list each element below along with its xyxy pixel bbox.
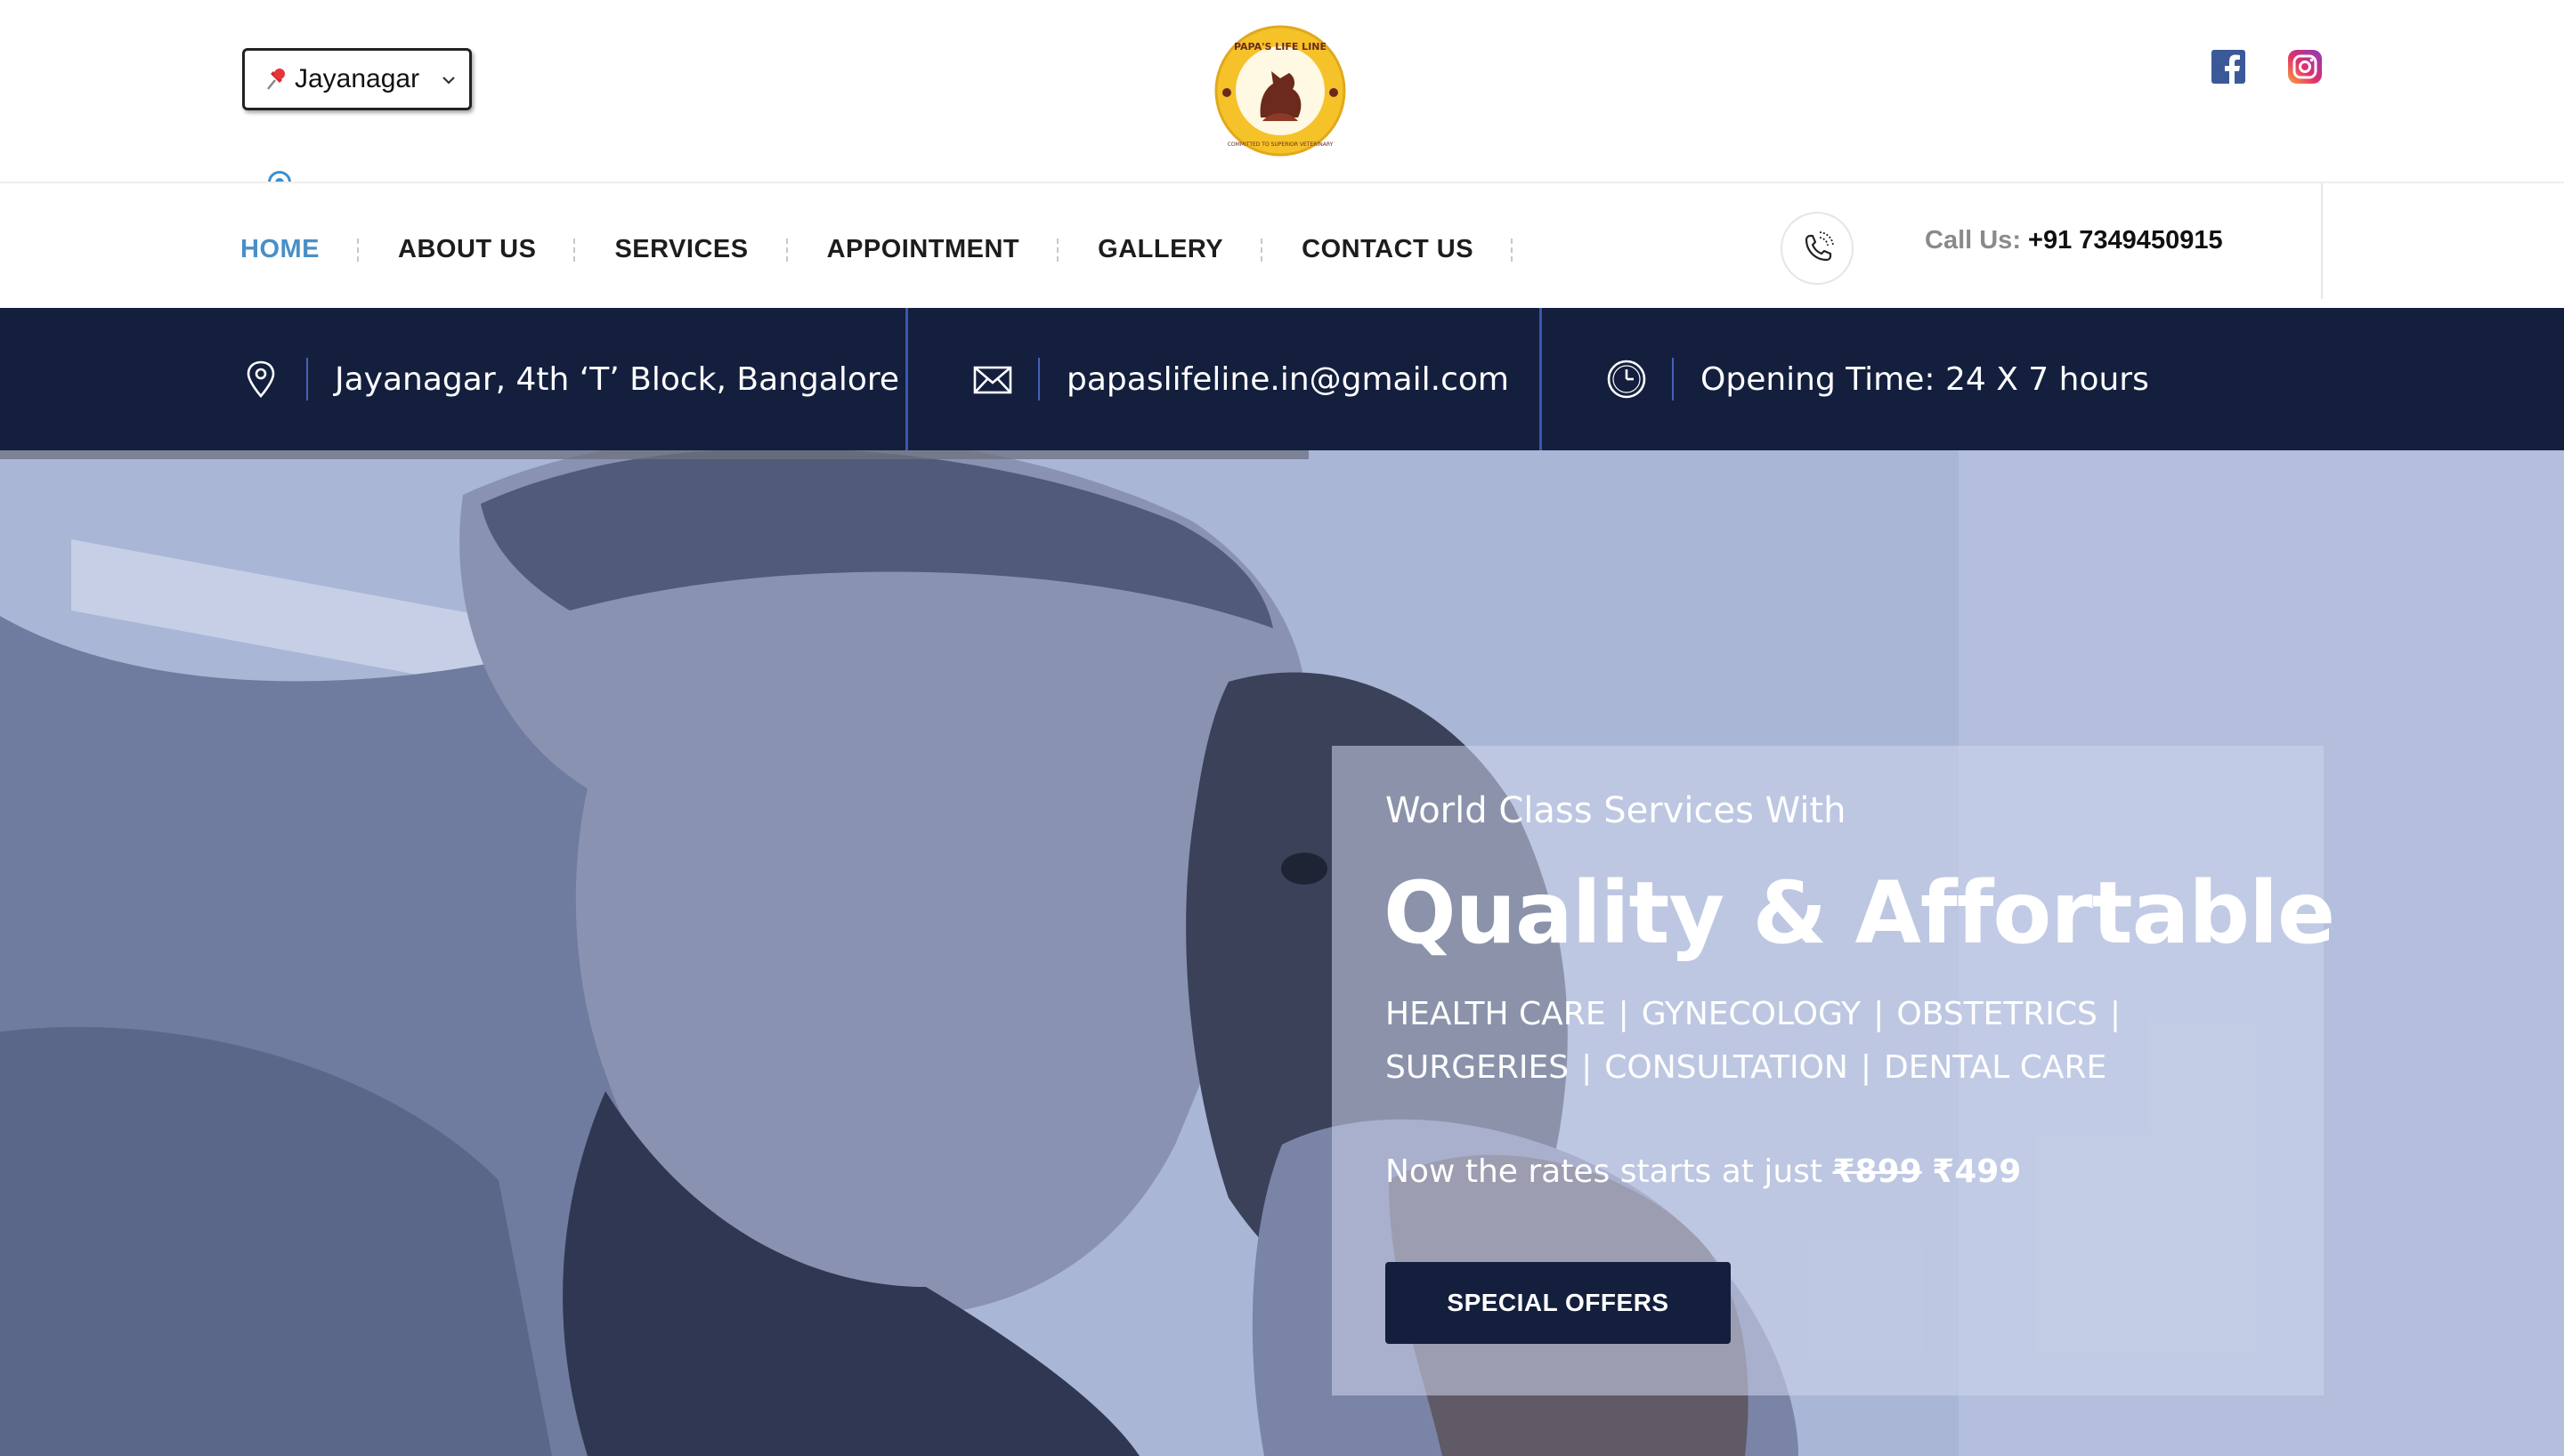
email-text[interactable]: papaslifeline.in@gmail.com bbox=[1067, 361, 1509, 398]
call-label: Call Us: bbox=[1925, 226, 2021, 255]
info-strip: Jayanagar, 4th ‘T’ Block, Bangalore papa… bbox=[0, 308, 2564, 450]
chevron-down-icon bbox=[442, 77, 455, 85]
info-column-divider bbox=[1539, 308, 1542, 450]
phone-icon bbox=[1805, 231, 1834, 262]
address-text: Jayanagar, 4th ‘T’ Block, Bangalore bbox=[335, 360, 900, 398]
service-dental-care: DENTAL CARE bbox=[1883, 1049, 2107, 1086]
envelope-icon bbox=[973, 366, 1012, 394]
old-price: ₹899 bbox=[1832, 1153, 1922, 1190]
hours-text: Opening Time: 24 X 7 hours bbox=[1700, 360, 2149, 398]
instagram-icon[interactable] bbox=[2286, 48, 2324, 85]
papas-life-line-logo[interactable]: PAPA'S LIFE LINE COMMITTED TO SUPERIOR V… bbox=[1209, 25, 1351, 157]
nav-appointment[interactable]: APPOINTMENT bbox=[827, 235, 1020, 264]
top-header: Jayanagar PAPA'S LIFE LINE COMMITTED TO … bbox=[0, 0, 2564, 194]
info-divider bbox=[1038, 358, 1040, 400]
service-gynecology: GYNECOLOGY bbox=[1641, 996, 1862, 1032]
address-info: Jayanagar, 4th ‘T’ Block, Bangalore bbox=[240, 308, 899, 450]
new-price: ₹499 bbox=[1932, 1153, 2022, 1190]
nav-divider bbox=[785, 238, 790, 262]
info-column-divider bbox=[905, 308, 908, 450]
facebook-icon[interactable] bbox=[2210, 48, 2247, 85]
service-health-care: HEALTH CARE bbox=[1385, 996, 1606, 1032]
service-consultation: CONSULTATION bbox=[1604, 1049, 1848, 1086]
location-select-value: Jayanagar bbox=[295, 64, 420, 93]
nav-divider bbox=[1511, 238, 1514, 262]
hero-top-shade bbox=[0, 450, 1309, 459]
special-offers-button[interactable]: SPECIAL OFFERS bbox=[1385, 1262, 1731, 1344]
pin-icon bbox=[267, 69, 285, 90]
main-nav: HOME ABOUT US SERVICES APPOINTMENT GALLE… bbox=[0, 182, 2564, 308]
rates-prefix: Now the rates starts at just bbox=[1385, 1153, 1823, 1190]
services-line-2: SURGERIES | CONSULTATION | DENTAL CARE bbox=[1385, 1049, 2107, 1086]
hero-title: Quality & Affortable bbox=[1383, 863, 2335, 963]
service-obstetrics: OBSTETRICS bbox=[1896, 996, 2097, 1032]
location-pin-icon bbox=[247, 360, 275, 398]
hero-card: World Class Services With Quality & Affo… bbox=[1332, 746, 2335, 1395]
hero-kicker: World Class Services With bbox=[1385, 790, 1846, 831]
nav-divider bbox=[1057, 238, 1060, 262]
location-select[interactable]: Jayanagar bbox=[242, 48, 472, 110]
clock-icon bbox=[1607, 360, 1646, 399]
call-us[interactable]: Call Us: +91 7349450915 bbox=[1925, 226, 2223, 255]
logo-tagline: COMMITTED TO SUPERIOR VETERINARY bbox=[1228, 142, 1334, 148]
hero-banner: World Class Services With Quality & Affo… bbox=[0, 450, 2564, 1456]
call-number[interactable]: +91 7349450915 bbox=[2028, 226, 2223, 255]
info-divider bbox=[1672, 358, 1674, 400]
nav-home[interactable]: HOME bbox=[240, 235, 320, 264]
email-info: papaslifeline.in@gmail.com bbox=[972, 308, 1509, 450]
nav-list: HOME ABOUT US SERVICES APPOINTMENT GALLE… bbox=[240, 235, 1552, 264]
info-divider bbox=[306, 358, 308, 400]
hero-services: HEALTH CARE | GYNECOLOGY | OBSTETRICS | SURGE… bbox=[1385, 988, 2276, 1095]
hours-info: Opening Time: 24 X 7 hours bbox=[1606, 308, 2149, 450]
hero-rates: Now the rates starts at just ₹899 ₹499 bbox=[1385, 1153, 2021, 1190]
nav-about-us[interactable]: ABOUT US bbox=[398, 235, 536, 264]
nav-divider bbox=[573, 238, 577, 262]
nav-contact-us[interactable]: CONTACT US bbox=[1302, 235, 1473, 264]
nav-divider bbox=[1261, 238, 1264, 262]
call-button[interactable] bbox=[1781, 212, 1854, 285]
services-line-1: HEALTH CARE | GYNECOLOGY | OBSTETRICS | bbox=[1385, 996, 2122, 1032]
service-surgeries: SURGERIES bbox=[1385, 1049, 1570, 1086]
nav-vertical-divider bbox=[2321, 183, 2323, 299]
nav-services[interactable]: SERVICES bbox=[614, 235, 748, 264]
nav-divider bbox=[357, 238, 361, 262]
nav-gallery[interactable]: GALLERY bbox=[1098, 235, 1223, 264]
logo-text: PAPA'S LIFE LINE bbox=[1234, 41, 1327, 53]
